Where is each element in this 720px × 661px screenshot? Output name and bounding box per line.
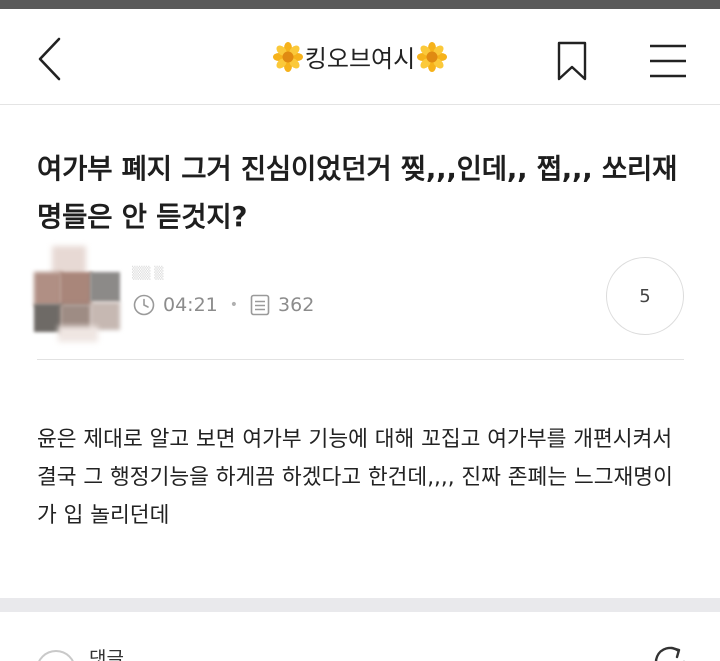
menu-button[interactable] xyxy=(640,35,696,87)
bookmark-button[interactable] xyxy=(548,35,596,87)
sunflower-icon xyxy=(417,41,448,72)
comment-count: 5 xyxy=(639,285,651,307)
clock-icon xyxy=(133,294,155,316)
post-body: 윤은 제대로 알고 보면 여가부 기능에 대해 꼬집고 여가부를 개편시켜서 결… xyxy=(37,427,673,528)
sunflower-icon xyxy=(272,41,303,72)
board-title-text: 킹오브여시 xyxy=(304,45,416,73)
section-separator xyxy=(0,598,720,612)
comment-label: 댓글 xyxy=(89,648,124,661)
hamburger-menu-icon xyxy=(650,44,686,78)
author-name-redacted: ▒▒ ▒ xyxy=(132,266,164,280)
board-title[interactable]: 킹오브여시 xyxy=(0,39,720,74)
comment-section-header: 댓글 xyxy=(0,612,720,661)
post-meta: 04:21 • 362 xyxy=(133,294,314,316)
refresh-icon xyxy=(654,646,685,661)
divider xyxy=(37,359,684,360)
refresh-button[interactable] xyxy=(650,642,690,661)
status-strip xyxy=(0,0,720,9)
comment-count-button[interactable]: 5 xyxy=(606,257,684,335)
comment-icon xyxy=(36,650,76,661)
views-icon xyxy=(250,294,270,316)
author-avatar-blurred[interactable] xyxy=(30,242,122,342)
top-app-bar: 킹오브여시 xyxy=(0,9,720,105)
post-title: 여가부 폐지 그거 진심이었던거 찢,,,인데,, 쩝,,, 쏘리재명들은 안 … xyxy=(37,153,678,233)
meta-separator: • xyxy=(229,297,239,313)
bookmark-icon xyxy=(557,41,587,81)
post-time: 04:21 xyxy=(163,294,218,316)
post-views: 362 xyxy=(278,294,315,316)
